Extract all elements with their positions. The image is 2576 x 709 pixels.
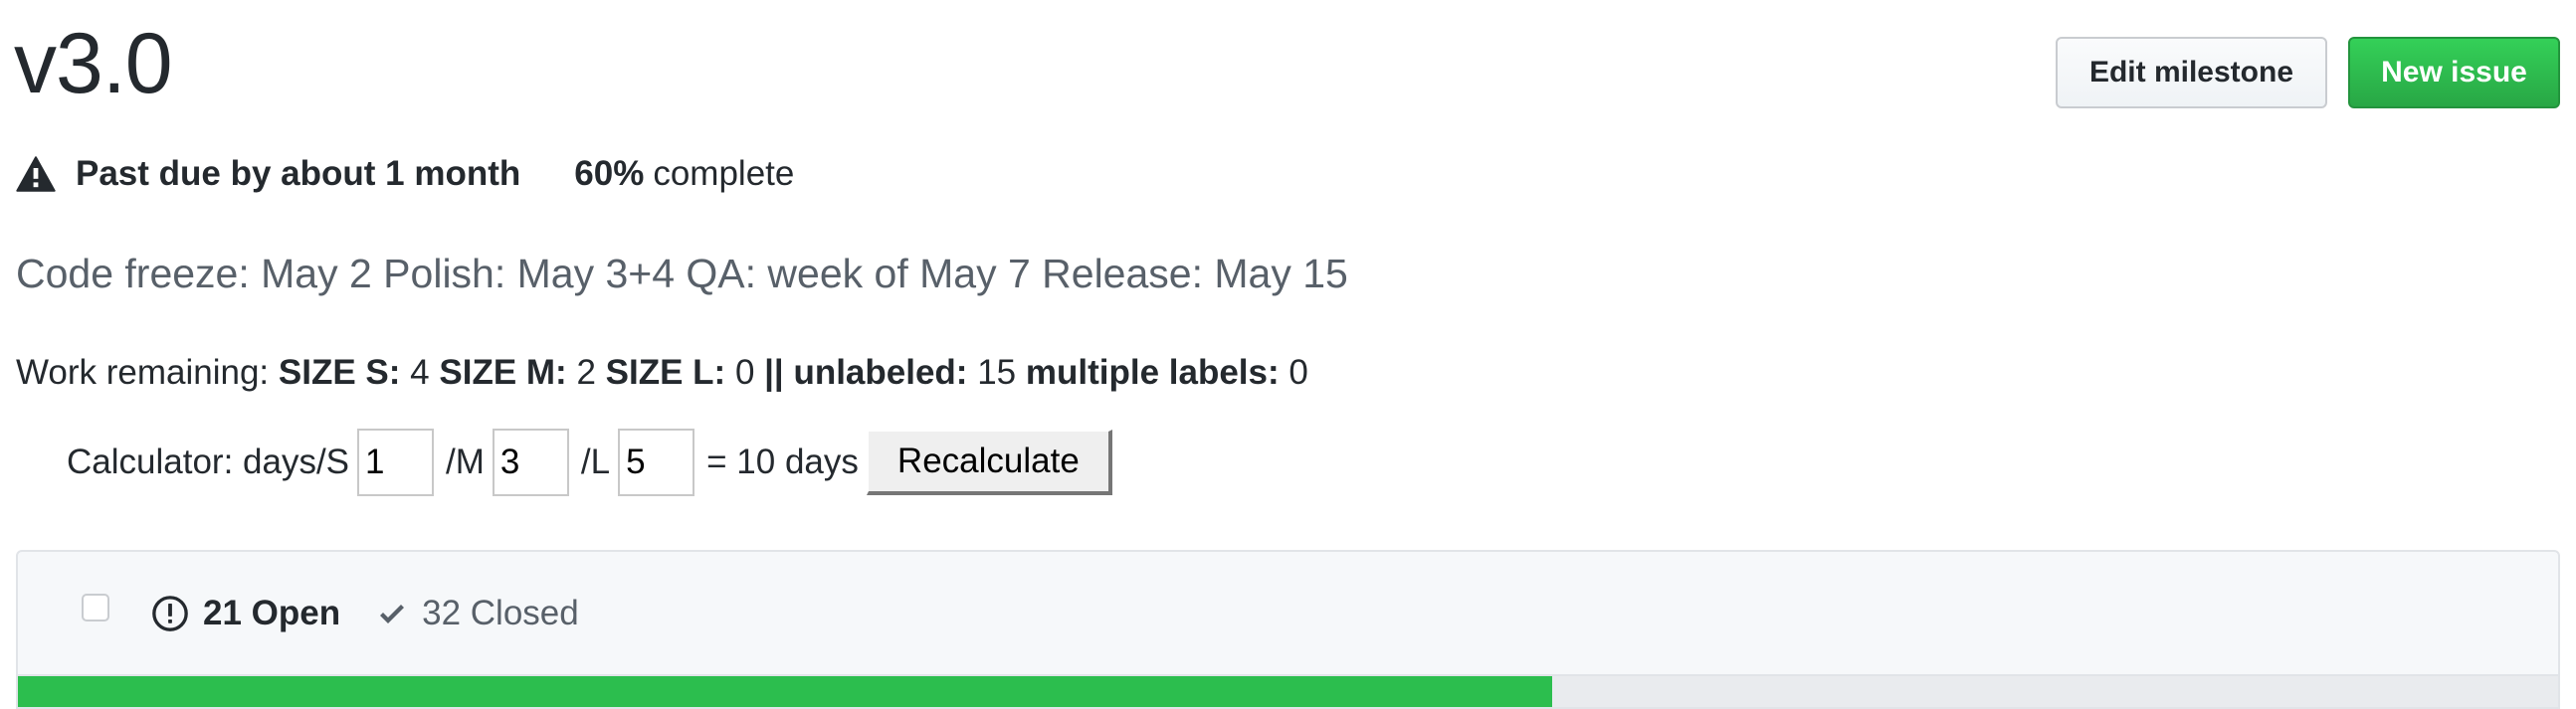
- new-issue-button[interactable]: New issue: [2348, 37, 2560, 108]
- open-issues-label: 21 Open: [203, 593, 341, 632]
- check-icon: [380, 604, 405, 623]
- size-s-label: SIZE S:: [278, 353, 401, 392]
- edit-milestone-button[interactable]: Edit milestone: [2056, 37, 2327, 108]
- days-per-s-input[interactable]: [357, 429, 435, 496]
- recalculate-button[interactable]: Recalculate: [866, 430, 1112, 495]
- milestone-status: Past due by about 1 month 60% complete: [16, 149, 794, 199]
- unlabeled-label: || unlabeled:: [764, 353, 968, 392]
- days-per-m-input[interactable]: [492, 429, 569, 496]
- issues-box: 21 Open 32 Closed: [16, 550, 2560, 709]
- size-m-label: SIZE M:: [439, 353, 567, 392]
- alert-icon: [16, 156, 56, 192]
- m-label: /M: [446, 443, 485, 481]
- unlabeled-value: 15: [977, 353, 1017, 392]
- past-due-text: Past due by about 1 month: [76, 154, 521, 193]
- multiple-labels-value: 0: [1288, 353, 1308, 392]
- calculator-label: Calculator: days/S: [67, 443, 350, 481]
- work-remaining: Work remaining: SIZE S: 4 SIZE M: 2 SIZE…: [16, 350, 1308, 396]
- milestone-description: Code freeze: May 2 Polish: May 3+4 QA: w…: [16, 251, 1348, 296]
- closed-issues-label: 32 Closed: [422, 593, 579, 632]
- size-m-value: 2: [576, 353, 596, 392]
- size-l-value: 0: [734, 353, 755, 392]
- percent-complete: 60%: [574, 154, 645, 193]
- select-all-checkbox[interactable]: [82, 593, 109, 621]
- closed-issues-tab[interactable]: 32 Closed: [376, 594, 579, 633]
- size-s-value: 4: [410, 353, 430, 392]
- size-l-label: SIZE L:: [605, 353, 726, 392]
- complete-label: complete: [653, 154, 795, 193]
- milestone-title: v3.0: [14, 16, 173, 111]
- l-label: /L: [580, 443, 611, 481]
- milestone-progress-fill: [18, 676, 1552, 707]
- days-per-l-input[interactable]: [618, 429, 695, 496]
- multiple-labels-label: multiple labels:: [1025, 353, 1280, 392]
- work-remaining-label: Work remaining:: [16, 353, 270, 392]
- milestone-progress-bar: [18, 674, 2558, 707]
- issue-opened-icon: [152, 595, 188, 631]
- issues-header: 21 Open 32 Closed: [18, 552, 2558, 674]
- open-issues-tab[interactable]: 21 Open: [151, 594, 340, 633]
- calculator: Calculator: days/S /M /L = 10 days Recal…: [67, 428, 1112, 497]
- calculator-result: = 10 days: [706, 443, 859, 481]
- issue-state-tabs: 21 Open 32 Closed: [151, 594, 579, 633]
